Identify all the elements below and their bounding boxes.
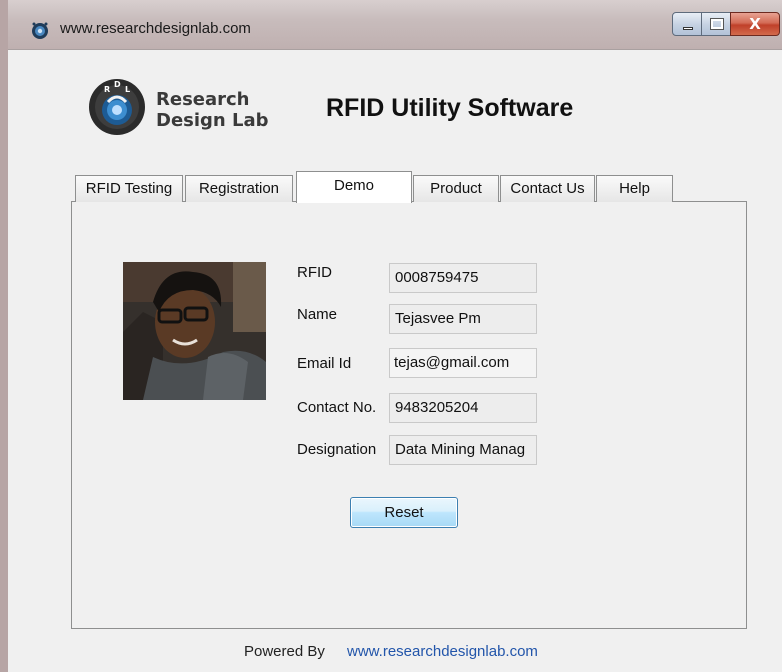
tab-contact-us[interactable]: Contact Us [500, 175, 595, 202]
tab-product[interactable]: Product [413, 175, 499, 202]
name-label: Name [297, 306, 338, 323]
name-field[interactable]: Tejasvee Pm [389, 304, 537, 334]
reset-button[interactable]: Reset [350, 497, 458, 528]
logo-letter: L [125, 85, 130, 94]
tab-demo[interactable]: Demo [296, 171, 412, 203]
window-title: www.researchdesignlab.com [60, 20, 251, 37]
designation-field[interactable]: Data Mining Manag [389, 435, 537, 465]
brand-line-1: Research [156, 89, 250, 110]
app-icon[interactable] [30, 20, 50, 40]
email-field[interactable]: tejas@gmail.com [389, 348, 537, 378]
minimize-icon [683, 27, 693, 30]
title-bar[interactable]: www.researchdesignlab.com X [8, 0, 782, 50]
user-photo [123, 262, 266, 400]
close-button[interactable]: X [730, 12, 780, 36]
contact-label: Contact No. [297, 399, 377, 416]
user-photo-image [123, 262, 266, 400]
rfid-label: RFID [297, 264, 332, 281]
app-title: RFID Utility Software [326, 94, 574, 122]
tab-rfid-testing[interactable]: RFID Testing [75, 175, 183, 202]
designation-label: Designation [297, 441, 377, 458]
rfid-field[interactable]: 0008759475 [389, 263, 537, 293]
maximize-icon [710, 18, 724, 30]
tab-registration[interactable]: Registration [185, 175, 293, 202]
email-label: Email Id [297, 355, 352, 372]
website-link[interactable]: www.researchdesignlab.com [347, 643, 538, 660]
logo-letter: R [104, 85, 110, 94]
close-icon: X [749, 15, 761, 33]
app-window: www.researchdesignlab.com X R D L Resear… [0, 0, 782, 672]
contact-field[interactable]: 9483205204 [389, 393, 537, 423]
minimize-button[interactable] [672, 12, 702, 36]
window-controls: X [672, 12, 780, 36]
brand-name: Research Design Lab [156, 89, 269, 131]
logo-letter: D [114, 80, 121, 89]
powered-by-label: Powered By [244, 643, 325, 660]
tab-help[interactable]: Help [596, 175, 673, 202]
brand-line-2: Design Lab [156, 110, 269, 131]
maximize-button[interactable] [701, 12, 731, 36]
rdl-logo-icon: R D L [89, 79, 145, 135]
